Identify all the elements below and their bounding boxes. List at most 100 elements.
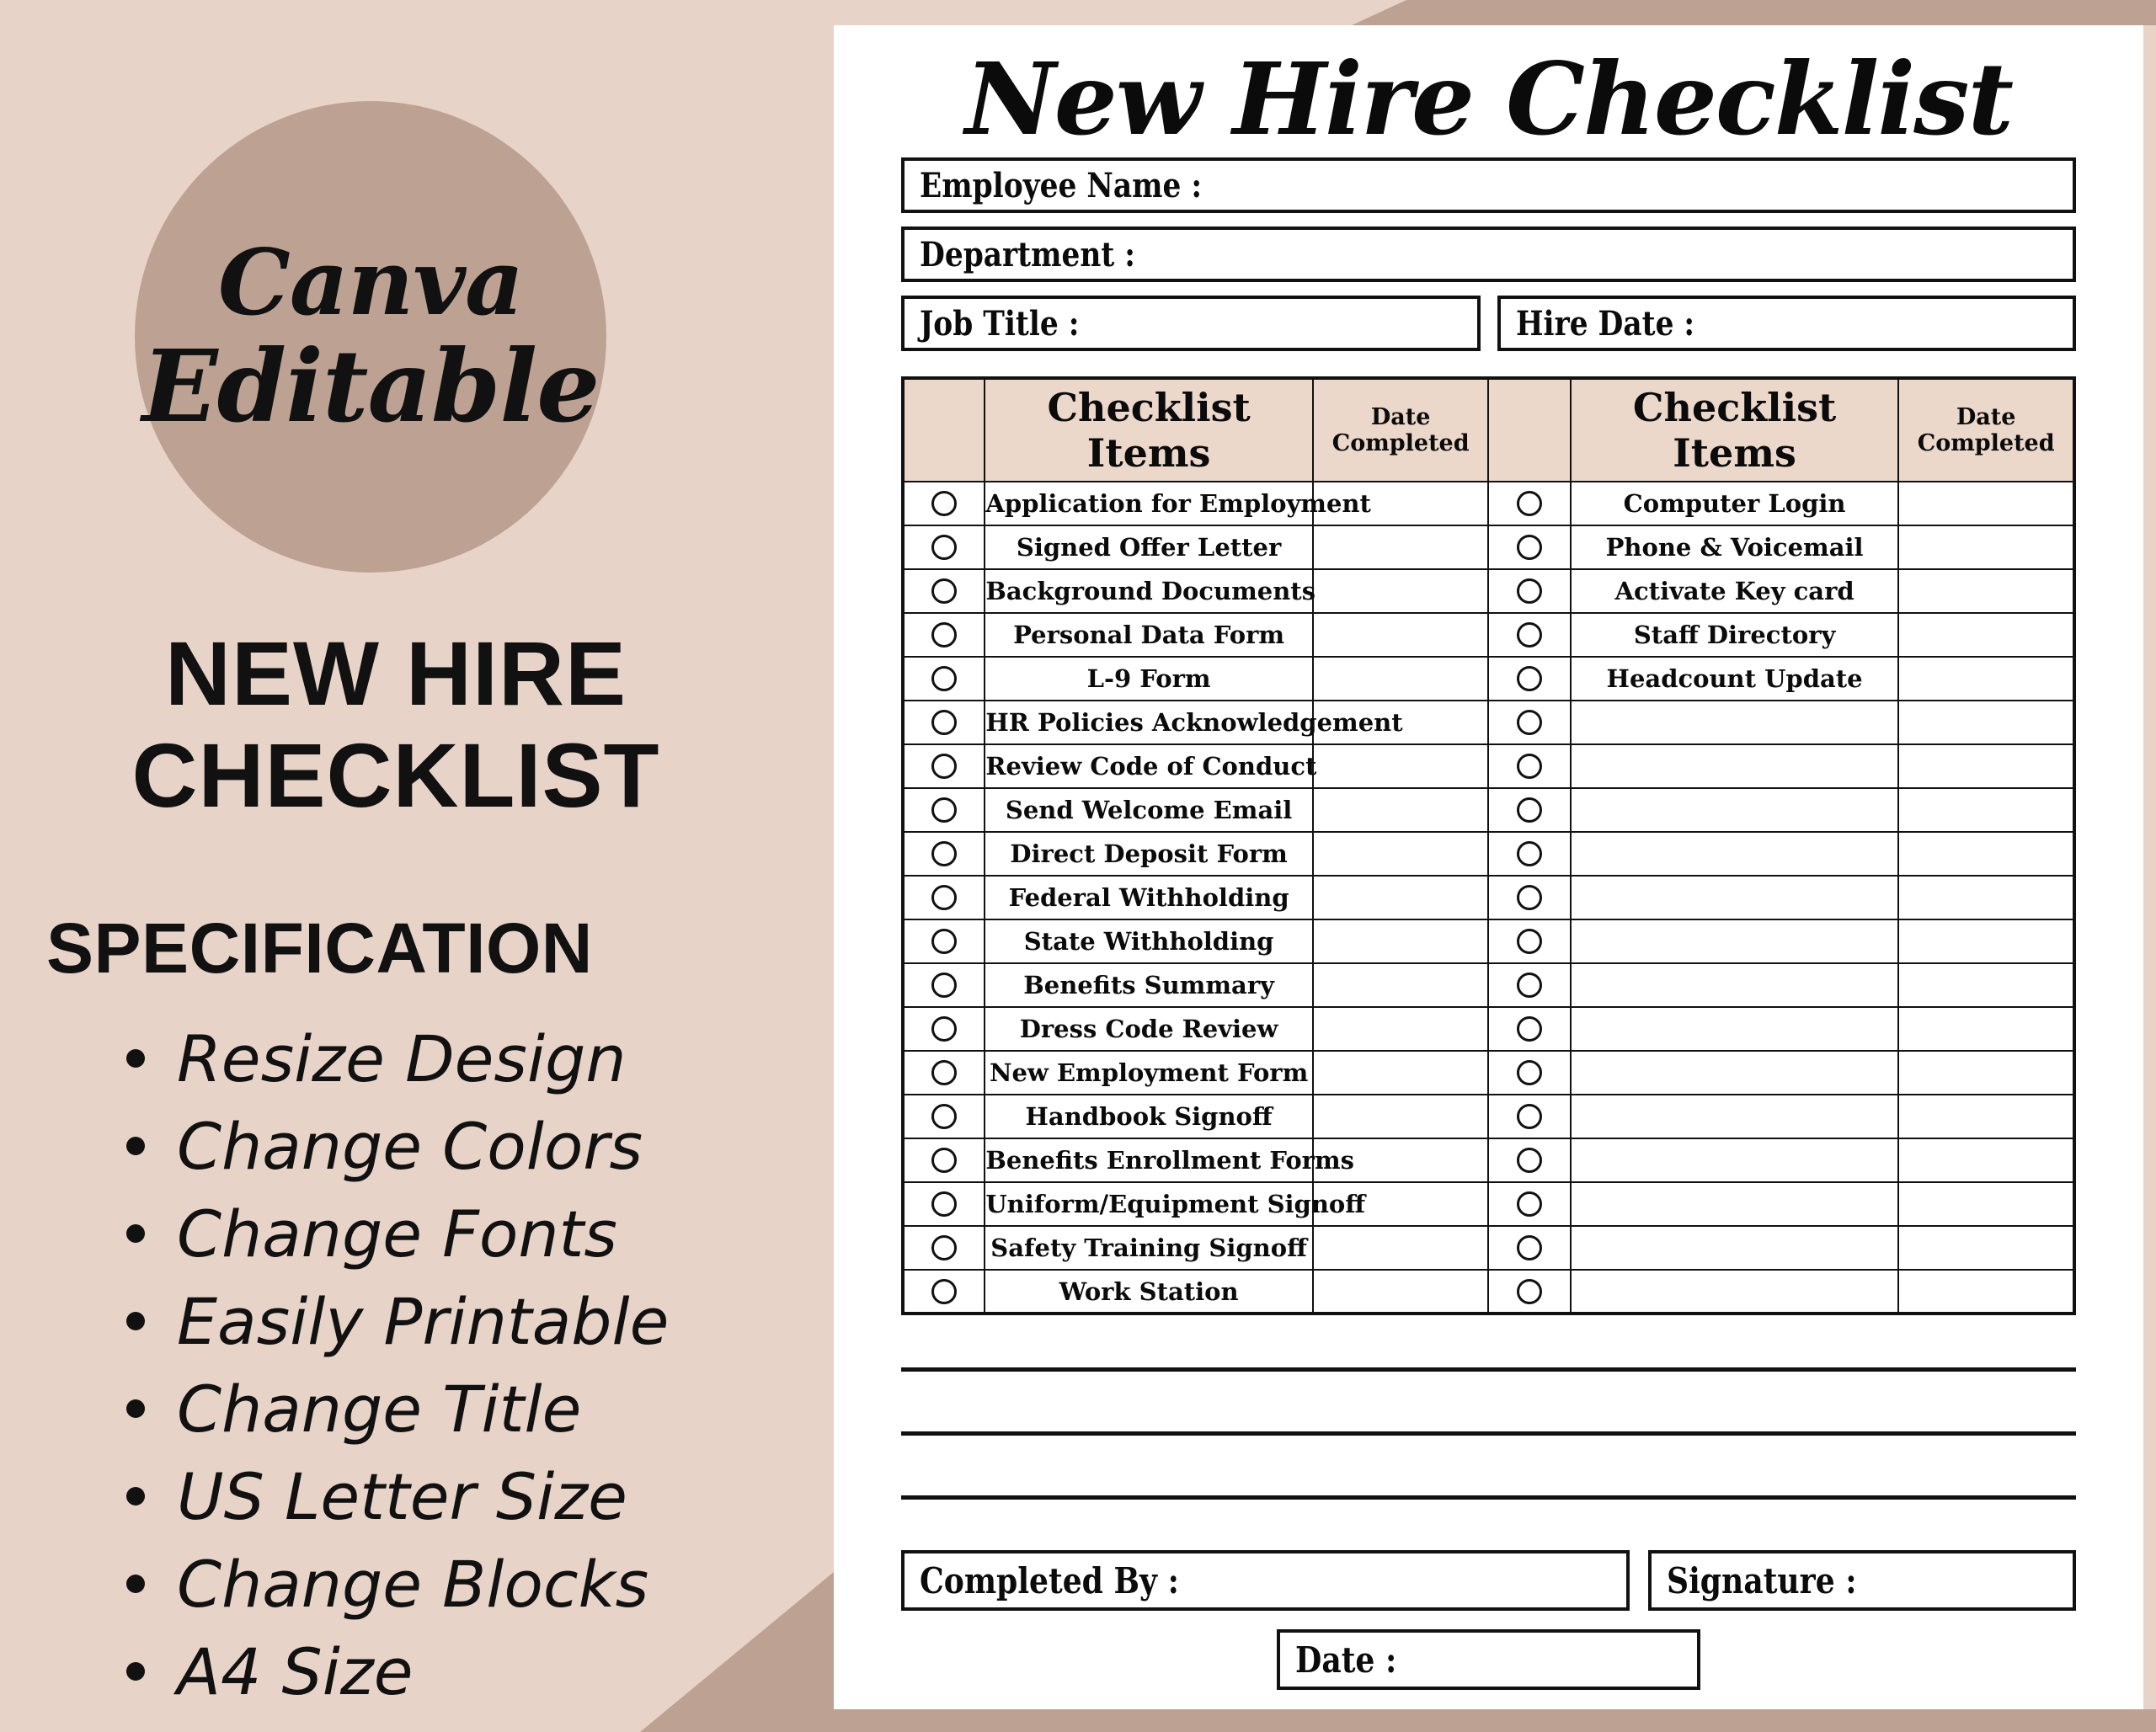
checkbox-circle-icon[interactable] <box>931 885 958 910</box>
checkbox-circle-icon[interactable] <box>931 754 958 779</box>
date-completed-cell-right[interactable] <box>1897 1138 2075 1183</box>
checkbox-cell-left[interactable] <box>901 481 986 526</box>
checkbox-cell-right[interactable] <box>1487 1050 1572 1095</box>
date-completed-cell-left[interactable] <box>1311 1094 1490 1139</box>
checkbox-circle-icon[interactable] <box>931 1148 958 1173</box>
date-completed-cell-right[interactable] <box>1897 875 2075 920</box>
checkbox-circle-icon[interactable] <box>1517 1148 1543 1173</box>
checkbox-cell-right[interactable] <box>1487 481 1572 526</box>
checkbox-cell-right[interactable] <box>1487 1269 1572 1314</box>
checkbox-cell-left[interactable] <box>901 612 986 658</box>
checkbox-cell-left[interactable] <box>901 656 986 701</box>
checkbox-cell-right[interactable] <box>1487 1181 1572 1227</box>
checkbox-circle-icon[interactable] <box>931 1104 958 1129</box>
date-completed-cell-right[interactable] <box>1897 1094 2075 1139</box>
date-completed-cell-left[interactable] <box>1311 525 1490 570</box>
checkbox-circle-icon[interactable] <box>931 841 958 866</box>
checkbox-circle-icon[interactable] <box>1517 841 1543 866</box>
notes-line[interactable] <box>901 1436 2076 1500</box>
checkbox-circle-icon[interactable] <box>1517 710 1543 735</box>
checkbox-cell-left[interactable] <box>901 787 986 833</box>
date-completed-cell-left[interactable] <box>1311 656 1490 701</box>
date-completed-cell-right[interactable] <box>1897 831 2075 877</box>
date-completed-cell-right[interactable] <box>1897 1181 2075 1227</box>
checkbox-circle-icon[interactable] <box>1517 885 1543 910</box>
checkbox-cell-left[interactable] <box>901 919 986 964</box>
checkbox-cell-right[interactable] <box>1487 656 1572 701</box>
checkbox-cell-right[interactable] <box>1487 919 1572 964</box>
completed-by-field[interactable]: Completed By : <box>901 1550 1630 1611</box>
checkbox-cell-left[interactable] <box>901 875 986 920</box>
checkbox-cell-left[interactable] <box>901 1006 986 1052</box>
checkbox-circle-icon[interactable] <box>931 1191 958 1217</box>
date-completed-cell-left[interactable] <box>1311 743 1490 789</box>
checkbox-cell-left[interactable] <box>901 1050 986 1095</box>
checkbox-cell-left[interactable] <box>901 1181 986 1227</box>
checkbox-cell-left[interactable] <box>901 1269 986 1314</box>
date-completed-cell-left[interactable] <box>1311 919 1490 964</box>
checkbox-circle-icon[interactable] <box>1517 491 1543 516</box>
checkbox-circle-icon[interactable] <box>931 578 958 604</box>
notes-line[interactable] <box>901 1372 2076 1436</box>
checkbox-cell-right[interactable] <box>1487 1006 1572 1052</box>
checkbox-circle-icon[interactable] <box>1517 797 1543 823</box>
date-completed-cell-right[interactable] <box>1897 525 2075 570</box>
signature-field[interactable]: Signature : <box>1647 1550 2076 1611</box>
date-completed-cell-left[interactable] <box>1311 612 1490 658</box>
checkbox-circle-icon[interactable] <box>931 929 958 954</box>
checkbox-cell-left[interactable] <box>901 831 986 877</box>
checkbox-circle-icon[interactable] <box>931 491 958 516</box>
date-completed-cell-left[interactable] <box>1311 875 1490 920</box>
checkbox-cell-right[interactable] <box>1487 831 1572 877</box>
checkbox-cell-right[interactable] <box>1487 743 1572 789</box>
date-completed-cell-right[interactable] <box>1897 743 2075 789</box>
checkbox-circle-icon[interactable] <box>1517 666 1543 691</box>
checkbox-circle-icon[interactable] <box>931 973 958 998</box>
date-completed-cell-right[interactable] <box>1897 787 2075 833</box>
date-completed-cell-left[interactable] <box>1311 1269 1490 1314</box>
date-completed-cell-left[interactable] <box>1311 831 1490 877</box>
checkbox-circle-icon[interactable] <box>1517 973 1543 998</box>
date-completed-cell-right[interactable] <box>1897 962 2075 1008</box>
checkbox-circle-icon[interactable] <box>1517 1191 1543 1217</box>
checkbox-circle-icon[interactable] <box>931 1016 958 1042</box>
department-field[interactable]: Department : <box>901 226 2076 282</box>
checkbox-cell-right[interactable] <box>1487 525 1572 570</box>
checkbox-cell-left[interactable] <box>901 568 986 614</box>
checkbox-circle-icon[interactable] <box>1517 1016 1543 1042</box>
date-completed-cell-right[interactable] <box>1897 700 2075 745</box>
date-field[interactable]: Date : <box>1277 1629 1700 1690</box>
checkbox-circle-icon[interactable] <box>931 1235 958 1260</box>
date-completed-cell-left[interactable] <box>1311 1006 1490 1052</box>
checkbox-circle-icon[interactable] <box>1517 1104 1543 1129</box>
checkbox-cell-left[interactable] <box>901 1094 986 1139</box>
checkbox-cell-right[interactable] <box>1487 612 1572 658</box>
checkbox-circle-icon[interactable] <box>1517 535 1543 560</box>
checkbox-cell-right[interactable] <box>1487 700 1572 745</box>
checkbox-circle-icon[interactable] <box>1517 929 1543 954</box>
date-completed-cell-right[interactable] <box>1897 1006 2075 1052</box>
date-completed-cell-left[interactable] <box>1311 787 1490 833</box>
checkbox-cell-right[interactable] <box>1487 787 1572 833</box>
checkbox-circle-icon[interactable] <box>1517 1060 1543 1085</box>
checkbox-circle-icon[interactable] <box>1517 754 1543 779</box>
checkbox-cell-right[interactable] <box>1487 962 1572 1008</box>
checkbox-cell-right[interactable] <box>1487 875 1572 920</box>
date-completed-cell-right[interactable] <box>1897 568 2075 614</box>
date-completed-cell-left[interactable] <box>1311 568 1490 614</box>
checkbox-circle-icon[interactable] <box>931 1278 958 1304</box>
date-completed-cell-right[interactable] <box>1897 919 2075 964</box>
date-completed-cell-left[interactable] <box>1311 1050 1490 1095</box>
checkbox-cell-left[interactable] <box>901 743 986 789</box>
date-completed-cell-right[interactable] <box>1897 1269 2075 1314</box>
date-completed-cell-right[interactable] <box>1897 656 2075 701</box>
checkbox-cell-left[interactable] <box>901 1225 986 1271</box>
checkbox-cell-right[interactable] <box>1487 1225 1572 1271</box>
checkbox-circle-icon[interactable] <box>1517 578 1543 604</box>
checkbox-cell-left[interactable] <box>901 962 986 1008</box>
checkbox-circle-icon[interactable] <box>931 710 958 735</box>
date-completed-cell-right[interactable] <box>1897 1225 2075 1271</box>
checkbox-cell-right[interactable] <box>1487 568 1572 614</box>
checkbox-circle-icon[interactable] <box>931 666 958 691</box>
checkbox-cell-left[interactable] <box>901 525 986 570</box>
